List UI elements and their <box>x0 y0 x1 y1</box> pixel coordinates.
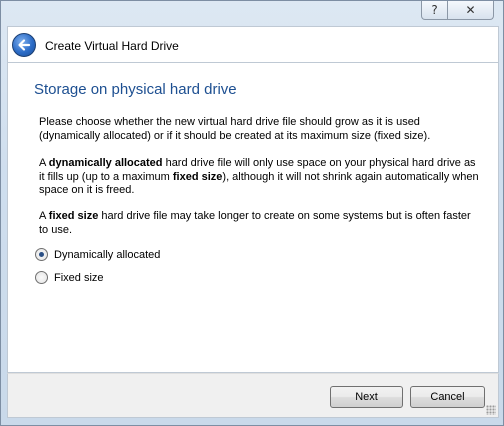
fixed-prefix: A <box>39 210 49 222</box>
intro-text: Please choose whether the new virtual ha… <box>39 116 431 142</box>
close-button[interactable]: ✕ <box>448 1 494 20</box>
back-arrow-icon <box>18 39 31 51</box>
wizard-page: Storage on physical hard drive Please ch… <box>7 62 499 373</box>
fixed-label: Fixed size <box>54 271 104 284</box>
resize-grip[interactable] <box>486 405 496 415</box>
fixed-bold-term: fixed size <box>48 210 99 222</box>
help-icon: ? <box>431 3 438 17</box>
option-fixed-size[interactable]: Fixed size <box>35 271 104 284</box>
dyn-bold-term: dynamically allocated <box>48 157 163 169</box>
fixed-description: A fixed size hard drive file may take lo… <box>39 210 481 237</box>
dyn-bold-term-2: fixed size <box>172 170 223 183</box>
page-title: Storage on physical hard drive <box>34 81 237 98</box>
option-dynamically-allocated[interactable]: Dynamically allocated <box>35 248 160 261</box>
caption-buttons: ? ✕ <box>421 1 494 20</box>
button-bar: Next Cancel <box>7 373 499 418</box>
help-button[interactable]: ? <box>421 1 448 20</box>
next-button[interactable]: Next <box>330 386 403 408</box>
close-icon: ✕ <box>465 3 476 17</box>
fixed-suffix: hard drive file may take longer to creat… <box>39 210 471 236</box>
back-button[interactable] <box>12 33 36 57</box>
dynamic-radio[interactable] <box>35 248 48 261</box>
dyn-prefix: A <box>39 157 49 169</box>
window-title: Create Virtual Hard Drive <box>45 39 179 53</box>
dialog-window: ? ✕ Create Virtual Hard Drive Storage on… <box>0 0 504 426</box>
fixed-radio[interactable] <box>35 271 48 284</box>
cancel-button[interactable]: Cancel <box>410 386 485 408</box>
dynamic-description: A dynamically allocated hard drive file … <box>39 157 481 198</box>
dialog-header: Create Virtual Hard Drive <box>7 26 499 62</box>
dynamic-label: Dynamically allocated <box>54 248 161 261</box>
